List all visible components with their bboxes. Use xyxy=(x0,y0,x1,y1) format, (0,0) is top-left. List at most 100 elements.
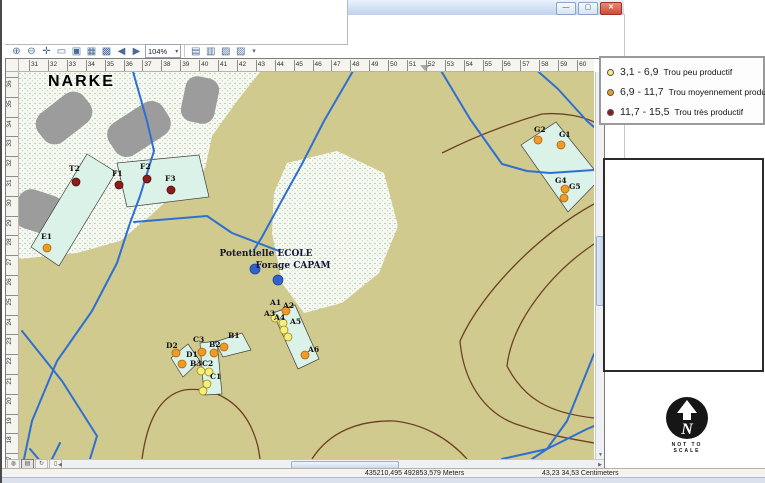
borehole-dot-D2 xyxy=(172,349,180,357)
borehole-label-G5: G5 xyxy=(569,182,581,191)
h-ruler-tick: 50 xyxy=(388,60,397,71)
borehole-dot-B1 xyxy=(220,343,228,351)
borehole-dot-T2 xyxy=(72,178,80,186)
h-ruler-tick: 56 xyxy=(502,60,511,71)
h-ruler-tick: 38 xyxy=(161,60,170,71)
back-extent-icon[interactable]: ◀ xyxy=(114,45,129,58)
v-ruler-tick: 29 xyxy=(6,216,18,224)
fixed-zoom-out-icon[interactable]: ▩ xyxy=(99,45,114,58)
borehole-label-D1: D1 xyxy=(186,350,198,359)
h-ruler-tick: 43 xyxy=(256,60,265,71)
h-ruler-tick: 48 xyxy=(350,60,359,71)
combo-dropdown-icon[interactable]: ▾ xyxy=(175,48,178,55)
maximize-button[interactable]: ▢ xyxy=(578,2,598,15)
change-layout-icon[interactable]: ▧ xyxy=(218,45,233,58)
borehole-label-G1: G1 xyxy=(559,130,571,139)
borehole-dot-C1b xyxy=(199,387,207,395)
legend-label: Trou peu productif xyxy=(664,67,733,77)
blank-map-element xyxy=(603,158,764,372)
page-position: 43,23 34,53 Centimeters xyxy=(542,470,619,477)
h-ruler-tick: 45 xyxy=(294,60,303,71)
toggle-draft-mode-icon[interactable]: ▤ xyxy=(188,45,203,58)
zoom-out-icon[interactable]: ⊖ xyxy=(24,45,39,58)
borehole-label-A2: A2 xyxy=(282,301,294,310)
zoom-percent-combo[interactable]: 104% ▾ xyxy=(145,44,181,58)
toolbar-overflow-icon[interactable]: ▾ xyxy=(252,47,256,55)
v-ruler-tick: 19 xyxy=(6,414,18,422)
borehole-label-C2: C2 xyxy=(202,359,213,368)
borehole-dot-CAPAM xyxy=(273,275,283,285)
v-ruler-tick: 31 xyxy=(6,176,18,184)
v-ruler-tick: 33 xyxy=(6,136,18,144)
borehole-dot-C3 xyxy=(198,348,206,356)
v-ruler-tick: 22 xyxy=(6,354,18,362)
borehole-dot-F2 xyxy=(143,175,151,183)
legend-item: 6,9 - 11,7 Trou moyennement productif xyxy=(607,82,763,102)
h-ruler-tick: 55 xyxy=(483,60,492,71)
v-ruler-tick: 18 xyxy=(6,433,18,441)
map-canvas[interactable]: T2F1F2F3E1G2G1G4G5A1A2A3A4A5A6D2D1C3B2B1… xyxy=(19,72,594,459)
north-arrow-caption: NOT TO SCALE xyxy=(657,442,717,454)
borehole-dot-G2 xyxy=(534,136,542,144)
zoom-100-icon[interactable]: ▣ xyxy=(69,45,84,58)
borehole-dot-G4 xyxy=(561,185,569,193)
zoom-in-icon[interactable]: ⊕ xyxy=(9,45,24,58)
borehole-dot-G1 xyxy=(557,141,565,149)
borehole-label-C3: C3 xyxy=(193,335,204,344)
borehole-label-D2: D2 xyxy=(166,341,178,350)
h-ruler-tick: 37 xyxy=(142,60,151,71)
v-ruler-tick: 25 xyxy=(6,295,18,303)
borehole-label-B3: B3 xyxy=(190,359,202,368)
data-driven-pages-icon[interactable]: ▨ xyxy=(233,45,248,58)
layout-toolbar: ⊕⊖✛▭▣▦▩◀▶ 104% ▾ ▤▥▧▨ ▾ xyxy=(5,44,369,58)
v-ruler-tick: 21 xyxy=(6,374,18,382)
legend-range: 3,1 - 6,9 xyxy=(620,66,659,78)
h-ruler-tick: 60 xyxy=(577,60,586,71)
legend-window: 3,1 - 6,9 Trou peu productif6,9 - 11,7 Tro… xyxy=(599,56,765,125)
borehole-label-A4: A4 xyxy=(273,313,285,322)
borehole-label-F3: F3 xyxy=(165,174,176,183)
borehole-label-A5: A5 xyxy=(289,317,301,326)
v-ruler-tick: 23 xyxy=(6,334,18,342)
v-ruler-tick: 27 xyxy=(6,255,18,263)
minimize-button[interactable]: — xyxy=(556,2,576,15)
borehole-dot-A5b xyxy=(284,333,292,341)
school-annotation: Potentielle ECOLE xyxy=(219,249,312,259)
h-ruler-tick: 46 xyxy=(313,60,322,71)
legend-range: 6,9 - 11,7 xyxy=(620,86,664,98)
h-ruler-tick: 42 xyxy=(237,60,246,71)
h-ruler-tick: 36 xyxy=(124,60,133,71)
application-window: — ▢ ✕ ⊕⊖✛▭▣▦▩◀▶ 104% ▾ ▤▥▧▨ ▾ 3132333435… xyxy=(0,0,765,483)
north-letter: N xyxy=(680,421,694,438)
v-ruler-tick: 28 xyxy=(6,235,18,243)
close-button[interactable]: ✕ xyxy=(600,2,622,15)
h-ruler-tick: 35 xyxy=(105,60,114,71)
borehole-label-B1: B1 xyxy=(228,331,240,340)
zoom-whole-page-icon[interactable]: ▭ xyxy=(54,45,69,58)
window-bottom-edge xyxy=(2,477,765,483)
h-ruler-tick: 49 xyxy=(369,60,378,71)
ruler-corner xyxy=(6,59,19,72)
borehole-dot-F1 xyxy=(115,181,123,189)
fixed-zoom-in-icon[interactable]: ▦ xyxy=(84,45,99,58)
forward-extent-icon[interactable]: ▶ xyxy=(129,45,144,58)
h-ruler-tick: 57 xyxy=(520,60,529,71)
h-ruler-tick: 41 xyxy=(218,60,227,71)
north-arrow: N NOT TO SCALE xyxy=(657,395,717,454)
h-ruler-tick: 44 xyxy=(275,60,284,71)
vertical-ruler: 3635343332313029282726252423222120191817 xyxy=(6,72,19,459)
legend-label: Trou moyennement productif xyxy=(669,87,765,97)
scroll-down-icon[interactable]: ▼ xyxy=(596,452,605,458)
h-ruler-tick: 53 xyxy=(445,60,454,71)
v-ruler-tick: 26 xyxy=(6,275,18,283)
v-ruler-tick: 24 xyxy=(6,315,18,323)
pan-icon[interactable]: ✛ xyxy=(39,45,54,58)
h-ruler-tick: 52 xyxy=(426,60,435,71)
v-ruler-tick: 34 xyxy=(6,117,18,125)
toolbar-separator xyxy=(184,45,185,57)
h-ruler-tick: 54 xyxy=(464,60,473,71)
h-ruler-tick: 34 xyxy=(86,60,95,71)
legend-label: Trou très productif xyxy=(674,107,743,117)
borehole-annotation: Forage CAPAM xyxy=(256,261,331,271)
focus-data-frame-icon[interactable]: ▥ xyxy=(203,45,218,58)
